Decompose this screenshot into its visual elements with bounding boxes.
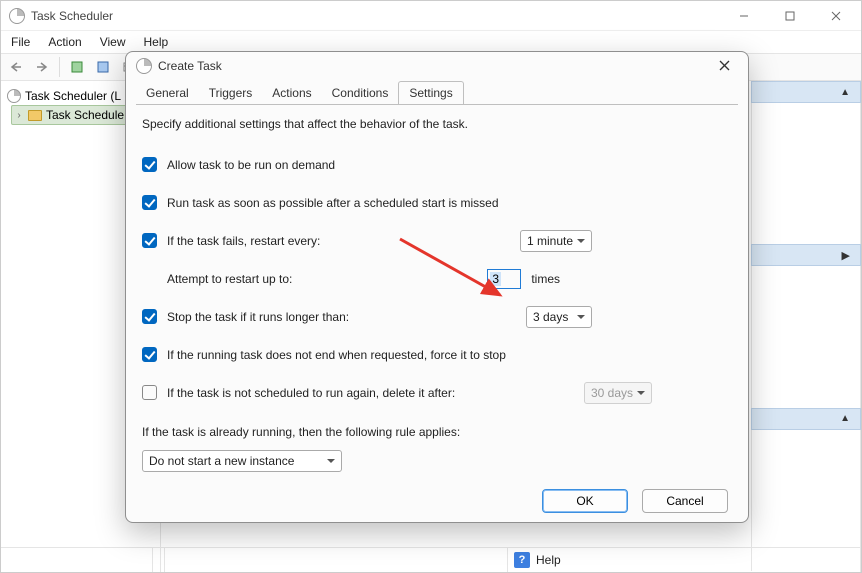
- actions-panel-body-2: [751, 266, 861, 407]
- tab-actions[interactable]: Actions: [262, 82, 321, 104]
- stop-longer-checkbox[interactable]: [142, 309, 157, 324]
- menu-help[interactable]: Help: [144, 35, 169, 49]
- nav-forward-button[interactable]: [31, 56, 53, 78]
- allow-on-demand-checkbox[interactable]: [142, 157, 157, 172]
- menu-view[interactable]: View: [100, 35, 126, 49]
- toolbar-separator: [59, 57, 60, 77]
- ok-button[interactable]: OK: [542, 489, 628, 513]
- cancel-button[interactable]: Cancel: [642, 489, 728, 513]
- rule-select[interactable]: Do not start a new instance: [142, 450, 342, 472]
- dialog-title: Create Task: [158, 59, 222, 73]
- tree-expand-icon[interactable]: ›: [14, 110, 24, 121]
- close-button[interactable]: [813, 1, 859, 31]
- tab-conditions[interactable]: Conditions: [322, 82, 399, 104]
- delete-after-select: 30 days: [584, 382, 652, 404]
- toolbar-btn-2[interactable]: [92, 56, 114, 78]
- force-stop-checkbox[interactable]: [142, 347, 157, 362]
- status-splitter[interactable]: [153, 548, 165, 572]
- scheduler-icon: [7, 89, 21, 103]
- stop-longer-select[interactable]: 3 days: [526, 306, 592, 328]
- delete-after-value: 30 days: [591, 386, 633, 400]
- cancel-button-label: Cancel: [666, 494, 703, 508]
- attempt-count-value: 3: [490, 272, 501, 286]
- maximize-button[interactable]: [767, 1, 813, 31]
- restart-every-select[interactable]: 1 minute: [520, 230, 592, 252]
- menubar: File Action View Help: [1, 31, 861, 53]
- tree-child-label: Task Schedule: [46, 108, 124, 122]
- minimize-button[interactable]: [721, 1, 767, 31]
- help-icon: ?: [514, 552, 530, 568]
- settings-description: Specify additional settings that affect …: [142, 117, 732, 131]
- actions-panel-body-1: [751, 103, 861, 244]
- run-asap-label: Run task as soon as possible after a sch…: [167, 196, 499, 210]
- tab-settings[interactable]: Settings: [398, 81, 463, 105]
- dialog-tabs: General Triggers Actions Conditions Sett…: [126, 80, 748, 104]
- create-task-dialog: Create Task General Triggers Actions Con…: [125, 51, 749, 523]
- toolbar-btn-1[interactable]: [66, 56, 88, 78]
- chevron-right-icon: ▶: [842, 249, 850, 262]
- settings-tab-body: Specify additional settings that affect …: [136, 104, 738, 481]
- delete-after-checkbox[interactable]: [142, 385, 157, 400]
- app-icon: [9, 8, 25, 24]
- window-controls: [721, 1, 859, 31]
- folder-icon: [28, 110, 42, 121]
- times-label: times: [531, 272, 560, 286]
- titlebar: Task Scheduler: [1, 1, 861, 31]
- delete-after-label: If the task is not scheduled to run agai…: [167, 386, 455, 400]
- actions-panel-header-2[interactable]: ▶: [751, 244, 861, 266]
- menu-file[interactable]: File: [11, 35, 30, 49]
- window-title: Task Scheduler: [31, 9, 113, 23]
- stop-longer-label: Stop the task if it runs longer than:: [167, 310, 349, 324]
- tree-root-label: Task Scheduler (L: [25, 89, 121, 103]
- status-help-label: Help: [536, 553, 561, 567]
- menu-action[interactable]: Action: [48, 35, 81, 49]
- run-asap-checkbox[interactable]: [142, 195, 157, 210]
- stop-longer-value: 3 days: [533, 310, 568, 324]
- tab-triggers[interactable]: Triggers: [199, 82, 263, 104]
- allow-on-demand-label: Allow task to be run on demand: [167, 158, 335, 172]
- chevron-up-icon: ▲: [840, 413, 850, 424]
- dialog-icon: [136, 58, 152, 74]
- restart-every-label: If the task fails, restart every:: [167, 234, 320, 248]
- status-cell-1: [1, 548, 153, 572]
- restart-every-checkbox[interactable]: [142, 233, 157, 248]
- chevron-up-icon: ▲: [840, 87, 850, 98]
- force-stop-label: If the running task does not end when re…: [167, 348, 506, 362]
- attempt-count-input[interactable]: 3: [487, 269, 521, 289]
- dialog-close-button[interactable]: [710, 54, 738, 78]
- dialog-titlebar: Create Task: [126, 52, 748, 80]
- dialog-buttons: OK Cancel: [126, 481, 748, 522]
- actions-panel-header-3[interactable]: ▲: [751, 408, 861, 430]
- restart-every-value: 1 minute: [527, 234, 573, 248]
- rule-value: Do not start a new instance: [149, 454, 294, 468]
- nav-back-button[interactable]: [5, 56, 27, 78]
- rule-text: If the task is already running, then the…: [142, 425, 732, 439]
- actions-panel-header-1[interactable]: ▲: [751, 81, 861, 103]
- tab-general[interactable]: General: [136, 82, 199, 104]
- attempt-label: Attempt to restart up to:: [167, 272, 292, 286]
- ok-button-label: OK: [576, 494, 593, 508]
- status-cell-2: [165, 548, 508, 572]
- status-bar: ? Help: [1, 547, 861, 572]
- task-scheduler-window: Task Scheduler File Action View Help: [0, 0, 862, 573]
- status-help[interactable]: ? Help: [508, 548, 861, 572]
